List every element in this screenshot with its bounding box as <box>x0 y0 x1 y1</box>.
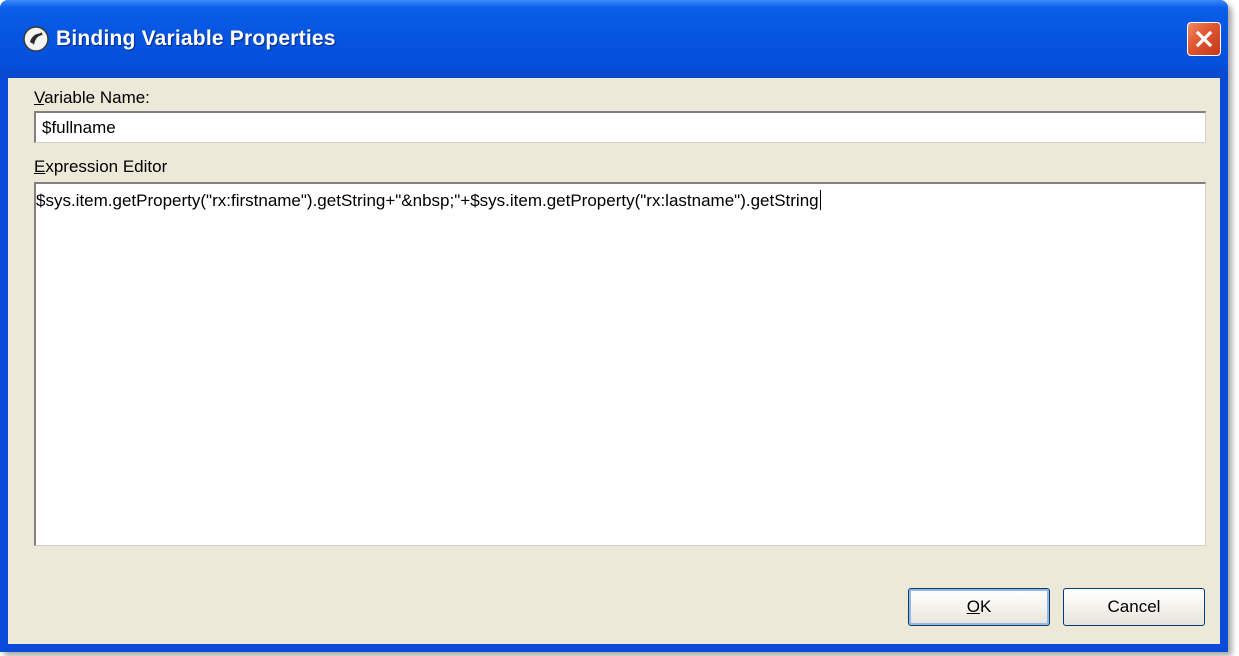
expression-text: $sys.item.getProperty("rx:firstname").ge… <box>36 191 819 210</box>
close-icon <box>1195 30 1213 48</box>
text-caret <box>819 190 821 210</box>
dialog-window: Binding Variable Properties Variable Nam… <box>0 0 1228 652</box>
expression-editor-label: Expression Editor <box>34 157 168 176</box>
cancel-button[interactable]: Cancel <box>1063 588 1205 626</box>
title-bar[interactable]: Binding Variable Properties <box>0 0 1228 78</box>
ok-button[interactable]: OK <box>908 588 1050 626</box>
dialog-body: Variable Name: $fullname Expression Edit… <box>8 78 1220 644</box>
window-title: Binding Variable Properties <box>56 27 336 50</box>
app-logo-icon <box>22 25 50 53</box>
close-button[interactable] <box>1187 22 1221 56</box>
expression-editor-textarea[interactable]: $sys.item.getProperty("rx:firstname").ge… <box>34 182 1206 546</box>
variable-name-label: Variable Name: <box>34 88 150 107</box>
variable-name-input[interactable]: $fullname <box>34 111 1206 143</box>
